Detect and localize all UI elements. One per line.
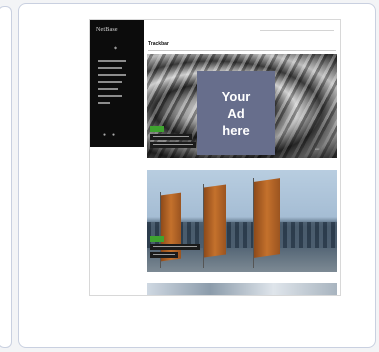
category-tag <box>150 236 164 242</box>
ad-text-line-3: here <box>222 122 250 138</box>
ad-card: NetBase ◆ ●● Trackbar ▪▪▪▪ Your Ad here <box>18 3 376 348</box>
headline-bar <box>150 252 178 258</box>
ad-text-line-1: Your <box>221 88 251 104</box>
preview-image-partial <box>147 283 337 295</box>
preview-page-title: Trackbar <box>148 41 169 47</box>
nav-item-placeholder <box>98 67 122 69</box>
headline-bar <box>150 134 192 140</box>
preview-sidebar: NetBase ◆ ●● <box>90 20 144 147</box>
headline-bar <box>150 244 200 250</box>
flag-banner <box>254 178 280 258</box>
nav-item-placeholder <box>98 74 126 76</box>
nav-item-placeholder <box>98 81 122 83</box>
preview-image-flags <box>147 170 337 272</box>
website-preview-thumbnail[interactable]: NetBase ◆ ●● Trackbar ▪▪▪▪ <box>89 19 341 296</box>
preview-logo: NetBase <box>96 27 118 33</box>
flag-banner <box>204 184 226 258</box>
nav-item-placeholder <box>98 88 118 90</box>
category-tag <box>150 126 164 132</box>
headline-bar <box>150 142 196 148</box>
preview-topbar-text <box>260 30 334 31</box>
ad-placeholder-box[interactable]: Your Ad here <box>197 71 275 155</box>
preview-divider <box>148 50 336 51</box>
nav-item-placeholder <box>98 95 122 97</box>
ad-text-line-2: Ad <box>227 105 245 121</box>
nav-item-placeholder <box>98 60 126 62</box>
left-panel-edge <box>0 6 12 348</box>
nav-item-placeholder <box>98 102 110 104</box>
image-caption: ▪▪▪▪ <box>315 147 320 151</box>
logo-mark-icon: ◆ <box>114 45 118 50</box>
preview-nav <box>98 60 138 109</box>
social-icons: ●● <box>103 132 122 138</box>
